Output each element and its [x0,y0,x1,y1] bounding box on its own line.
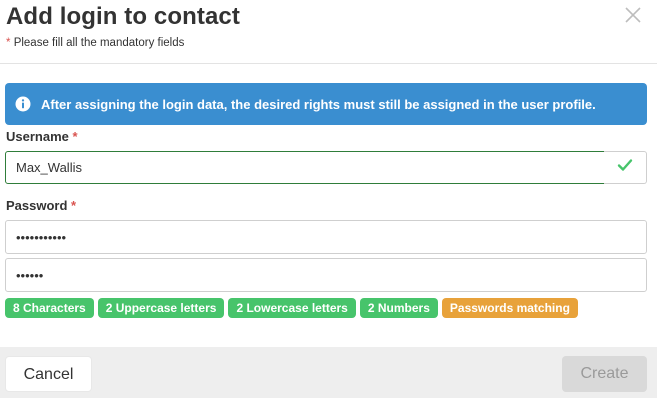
requirement-badge-uppercase: 2 Uppercase letters [97,298,225,318]
checkmark-icon [617,158,633,177]
password-label: Password * [6,198,77,213]
required-mark: * [71,198,77,213]
info-circle-icon [15,96,31,112]
dialog-header: Add login to contact * Please fill all t… [0,0,657,64]
password-confirm-input[interactable] [5,258,647,292]
password-requirements: 8 Characters 2 Uppercase letters 2 Lower… [5,298,582,318]
password-input[interactable] [5,220,647,254]
info-alert-text: After assigning the login data, the desi… [41,96,596,112]
dialog-footer: Cancel Create [0,347,657,398]
requirement-badge-characters: 8 Characters [5,298,94,318]
mandatory-note: * Please fill all the mandatory fields [6,37,184,49]
username-label: Username * [6,129,78,144]
username-valid-indicator [604,151,647,184]
cancel-button[interactable]: Cancel [5,356,92,392]
dialog-title: Add login to contact [6,3,240,30]
required-mark: * [72,129,78,144]
mandatory-note-text: Please fill all the mandatory fields [13,37,185,49]
requirement-badge-numbers: 2 Numbers [359,298,438,318]
create-button[interactable]: Create [562,356,647,392]
username-input[interactable] [5,151,605,184]
required-mark: * [6,37,11,49]
requirement-badge-lowercase: 2 Lowercase letters [228,298,356,318]
info-alert: After assigning the login data, the desi… [5,83,647,125]
close-icon[interactable] [622,4,644,26]
requirement-badge-matching: Passwords matching [441,298,578,318]
